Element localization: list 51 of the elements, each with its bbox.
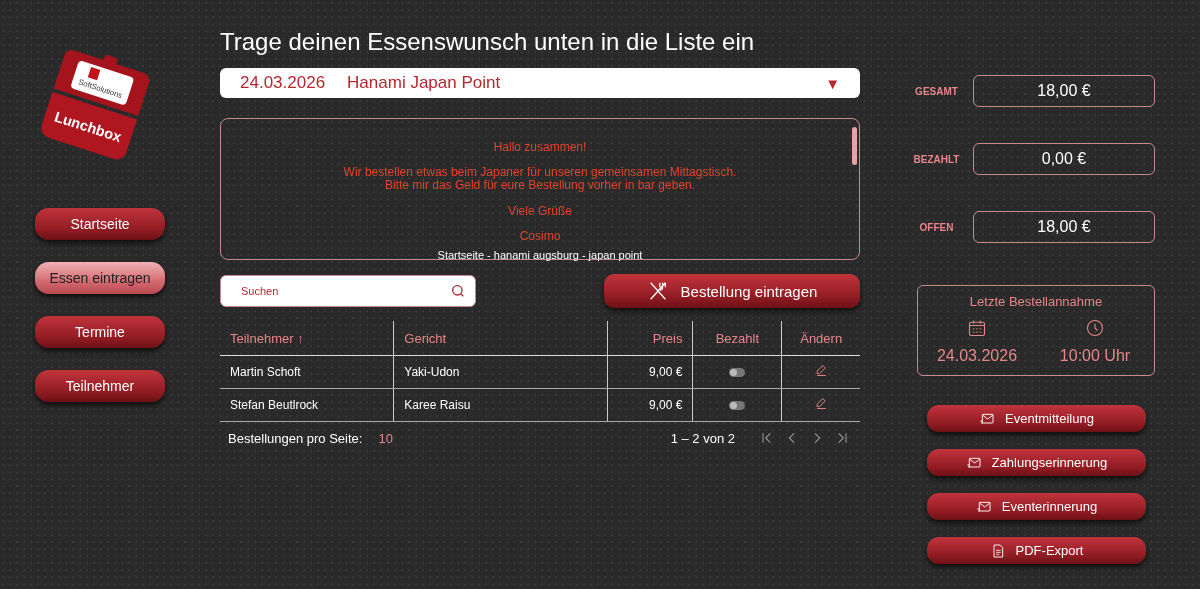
column-header[interactable]: Teilnehmer ↑ <box>220 321 394 356</box>
column-header[interactable]: Gericht <box>393 321 608 356</box>
paid-toggle[interactable] <box>729 368 746 378</box>
page-size-select[interactable]: 10 <box>378 430 393 446</box>
page-heading: Trage deinen Essenswunsch unten in die Liste ein <box>220 28 756 56</box>
column-header[interactable]: Ändern <box>781 321 860 356</box>
total-label: BEZAHLT <box>912 153 961 165</box>
nav-button[interactable]: Startseite <box>35 208 165 240</box>
event-dropdown[interactable]: 24.03.2026 Hanami Japan Point ▼ <box>220 68 860 98</box>
deadline-date: 24.03.2026 <box>936 346 1018 365</box>
column-header[interactable]: Preis <box>607 321 693 356</box>
total-value: 0,00 € <box>973 143 1155 175</box>
table-cell: Stefan Beutlrock <box>220 388 394 422</box>
pencil-icon <box>813 363 829 378</box>
table-cell: Karee Raisu <box>393 388 608 422</box>
order-button[interactable]: Bestellung eintragen <box>604 274 860 308</box>
message-text: Cosimo <box>519 229 561 243</box>
table-cell: 9,00 € <box>607 388 693 422</box>
search-icon <box>450 283 466 299</box>
deadline-time: 10:00 Uhr <box>1059 346 1131 365</box>
table-cell: Martin Schoft <box>220 355 394 389</box>
pencil-icon <box>813 396 829 411</box>
column-header[interactable]: Bezahlt <box>692 321 782 356</box>
table-cell: 9,00 € <box>607 355 693 389</box>
action-button[interactable]: Zahlungserinnerung <box>927 449 1146 476</box>
deadline-title: Letzte Bestellannahme <box>969 294 1103 310</box>
action-button[interactable]: Eventerinnerung <box>927 493 1146 520</box>
calendar-icon <box>967 318 987 338</box>
paid-toggle[interactable] <box>729 401 746 411</box>
nav-button[interactable]: Termine <box>35 316 165 348</box>
event-restaurant: Hanami Japan Point <box>347 73 501 93</box>
page-size-label: Bestellungen pro Seite: <box>228 430 363 446</box>
event-date: 24.03.2026 <box>240 73 326 93</box>
total-value: 18,00 € <box>973 211 1155 243</box>
total-value: 18,00 € <box>973 75 1155 107</box>
scrollbar-thumb[interactable] <box>852 127 857 165</box>
table-cell: Yaki-Udon <box>393 355 608 389</box>
message-text: Hallo zusammen! <box>493 141 587 155</box>
clock-icon <box>1085 318 1105 338</box>
total-label: GESAMT <box>914 85 959 97</box>
action-button[interactable]: Eventmitteilung <box>927 405 1146 432</box>
breadcrumb-text: Startseite - hanami augsburg - japan point <box>437 248 643 262</box>
message-text: Wir bestellen etwas beim Japaner für unseren gemeinsamen Mittagstisch. Bitte mir das Geld für eure Bestellung vorher in bar geben. <box>343 166 737 193</box>
message-text: Viele Grüße <box>508 204 572 218</box>
action-button[interactable]: PDF-Export <box>927 537 1146 564</box>
page-range: 1 – 2 von 2 <box>670 430 735 446</box>
nav-button[interactable]: Essen eintragen <box>35 262 165 294</box>
total-label: OFFEN <box>918 221 955 233</box>
search-field[interactable]: Suchen <box>220 275 476 307</box>
nav-button[interactable]: Teilnehmer <box>35 370 165 402</box>
dropdown-caret[interactable]: ▼ <box>825 74 840 92</box>
